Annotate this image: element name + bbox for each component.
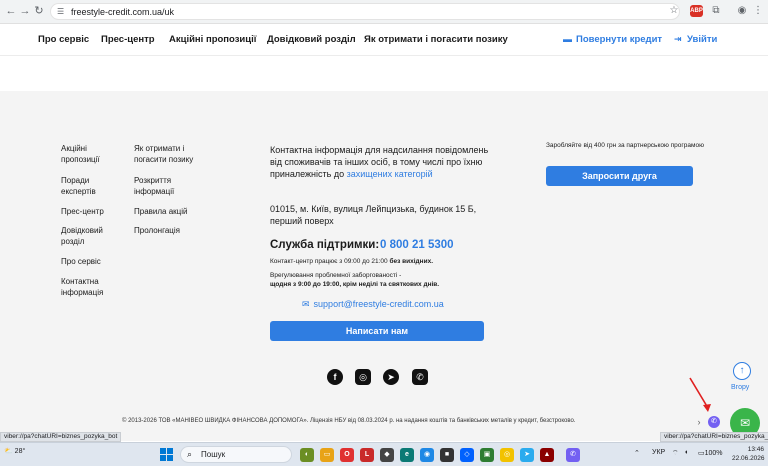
adblock-icon[interactable]: ABP [690, 5, 703, 17]
app-icon-5[interactable]: ▲ [540, 448, 554, 462]
clock-date: 22.06.2026 [732, 454, 765, 462]
viber-chat-icon[interactable]: ✆ [708, 416, 720, 428]
link-status-left: viber://pa?chatURI=biznes_pozyka_bot [0, 432, 122, 442]
nav-promotions[interactable]: Акційні пропозиції [169, 34, 256, 45]
viber-icon[interactable]: ✆ [412, 369, 428, 385]
site-header: Про сервіс Прес-центр Акційні пропозиції… [0, 24, 768, 56]
file-explorer-icon[interactable]: ▭ [320, 448, 334, 462]
url-text: freestyle-credit.com.ua/uk [71, 7, 175, 17]
footer-link-contacts[interactable]: Контактна інформація [61, 277, 116, 298]
weather-icon: ⛅ [4, 448, 13, 455]
footer-link-how-to[interactable]: Як отримати і погасити позику [134, 144, 204, 165]
footer-link-promotions[interactable]: Акційні пропозиції [61, 144, 116, 165]
weather-widget[interactable]: ⛅ 28° [4, 447, 25, 455]
search-label: Пошук [201, 450, 226, 459]
app-icon-1[interactable]: ◆ [380, 448, 394, 462]
app-icon-2[interactable]: ◉ [420, 448, 434, 462]
instagram-icon[interactable]: ◎ [355, 369, 371, 385]
bookmark-star-icon[interactable]: ☆ [668, 5, 680, 17]
facebook-icon[interactable]: f [327, 369, 343, 385]
support-phone[interactable]: 0 800 21 5300 [380, 239, 454, 251]
footer: Акційні пропозиції Поради експертів Прес… [0, 91, 768, 441]
nav-about[interactable]: Про сервіс [38, 34, 89, 45]
footer-link-promo-rules[interactable]: Правила акцій [134, 207, 204, 218]
tray-lang[interactable]: УКР [652, 449, 665, 456]
app-icon-3[interactable]: ■ [440, 448, 454, 462]
return-credit-link[interactable]: ▬ Повернути кредит [563, 34, 662, 45]
link-status-right: viber://pa?chatURI=biznes_pozyka_bot [660, 432, 768, 442]
reload-icon[interactable]: ↻ [32, 4, 46, 18]
contact-center-hours: Контакт-центр працює з 09:00 до 21:00 бе… [270, 257, 433, 266]
hours-bold: без вихідних. [389, 258, 434, 265]
copyright: © 2013-2026 ТОВ «МАНІВЕО ШВИДКА ФІНАНСОВ… [122, 418, 576, 424]
address-bar[interactable]: ☰ freestyle-credit.com.ua/uk [50, 3, 680, 20]
problem-text: Врегулювання проблемної заборгованості - [270, 272, 402, 279]
search-icon: ⌕ [187, 449, 193, 459]
card-icon: ▬ [563, 34, 572, 44]
tray-battery[interactable]: ▭100% [698, 449, 723, 457]
footer-link-press-center[interactable]: Прес-центр [61, 207, 116, 218]
login-label: Увійти [687, 34, 718, 45]
tray-arrow-icon[interactable]: ⌃ [634, 449, 640, 457]
browser-toolbar: ← → ↻ ☰ freestyle-credit.com.ua/uk ☆ ABP… [0, 0, 768, 24]
widget-app-icon[interactable]: ◐ [300, 448, 314, 462]
scroll-up-button[interactable]: ↑ [733, 362, 751, 380]
login-link[interactable]: ⇥ Увійти [674, 34, 717, 45]
dropbox-icon[interactable]: ◇ [460, 448, 474, 462]
red-arrow-annotation [689, 377, 711, 412]
profile-icon[interactable]: ◉ [736, 5, 748, 17]
clock[interactable]: 13:46 22.06.2026 [732, 446, 765, 463]
clock-time: 13:46 [747, 446, 764, 453]
scroll-up-label[interactable]: Вгору [731, 384, 749, 391]
nav-help[interactable]: Довідковий розділ [267, 34, 356, 45]
back-icon[interactable]: ← [4, 4, 18, 18]
weather-temp: 28° [14, 448, 26, 455]
invite-friend-button[interactable]: Запросити друга [546, 166, 693, 186]
site-info-icon[interactable]: ☰ [57, 7, 67, 17]
telegram-taskbar-icon[interactable]: ➤ [520, 448, 534, 462]
footer-link-about[interactable]: Про сервіс [61, 257, 116, 268]
support-title: Служба підтримки: [270, 239, 380, 251]
footer-link-help[interactable]: Довідковий розділ [61, 226, 116, 247]
extensions-icon[interactable]: ⧉ [710, 5, 722, 17]
tray-wifi-icon[interactable]: ⌔ [672, 449, 679, 458]
edge-icon[interactable]: e [400, 448, 414, 462]
menu-dots-icon[interactable]: ⋮ [752, 5, 764, 17]
viber-taskbar-icon[interactable]: ✆ [566, 448, 580, 462]
return-credit-label: Повернути кредит [576, 34, 663, 45]
hours-text: Контакт-центр працює з 09:00 до 21:00 [270, 258, 388, 265]
app-l-icon[interactable]: L [360, 448, 374, 462]
footer-link-prolongation[interactable]: Пролонгація [134, 226, 204, 237]
problem-bold: щодня з 9:00 до 19:00, крім неділі та св… [270, 281, 440, 288]
battery-icon: ▭ [698, 450, 705, 457]
partner-program-text: Заробляйте від 400 грн за партнерською п… [546, 142, 704, 149]
app-icon-4[interactable]: ▣ [480, 448, 494, 462]
contact-info-text: Контактна інформація для надсилання пові… [270, 144, 490, 180]
nav-press-center[interactable]: Прес-центр [101, 34, 155, 45]
footer-link-expert-tips[interactable]: Поради експертів [61, 176, 116, 197]
forward-icon[interactable]: → [18, 4, 32, 18]
taskbar-search[interactable]: ⌕ Пошук [180, 446, 292, 463]
battery-level: 100% [704, 450, 723, 457]
mail-icon: ✉ [302, 299, 310, 309]
footer-link-disclosure[interactable]: Розкриття інформації [134, 176, 204, 197]
chevron-right-icon[interactable]: › [694, 416, 704, 428]
debt-settlement-hours: Врегулювання проблемної заборгованості -… [270, 271, 485, 289]
taskbar: ⛅ 28° ⌕ Пошук ◐ ▭ O L ◆ e ◉ ■ ◇ ▣ ◎ ➤ ▲ … [0, 442, 768, 466]
telegram-icon[interactable]: ➤ [383, 369, 399, 385]
opera-icon[interactable]: O [340, 448, 354, 462]
windows-start-icon[interactable] [160, 448, 174, 462]
protected-categories-link[interactable]: захищених категорій [347, 169, 433, 179]
chrome-icon[interactable]: ◎ [500, 448, 514, 462]
write-us-button[interactable]: Написати нам [270, 321, 484, 341]
address: 01015, м. Київ, вулиця Лейпцизька, будин… [270, 204, 477, 226]
login-icon: ⇥ [674, 34, 682, 44]
email-text: support@freestyle-credit.com.ua [313, 299, 444, 309]
tray-volume-icon[interactable]: ◖ [684, 449, 688, 456]
support-email-link[interactable]: ✉ support@freestyle-credit.com.ua [302, 299, 444, 310]
nav-how-to[interactable]: Як отримати і погасити позику [364, 34, 508, 45]
